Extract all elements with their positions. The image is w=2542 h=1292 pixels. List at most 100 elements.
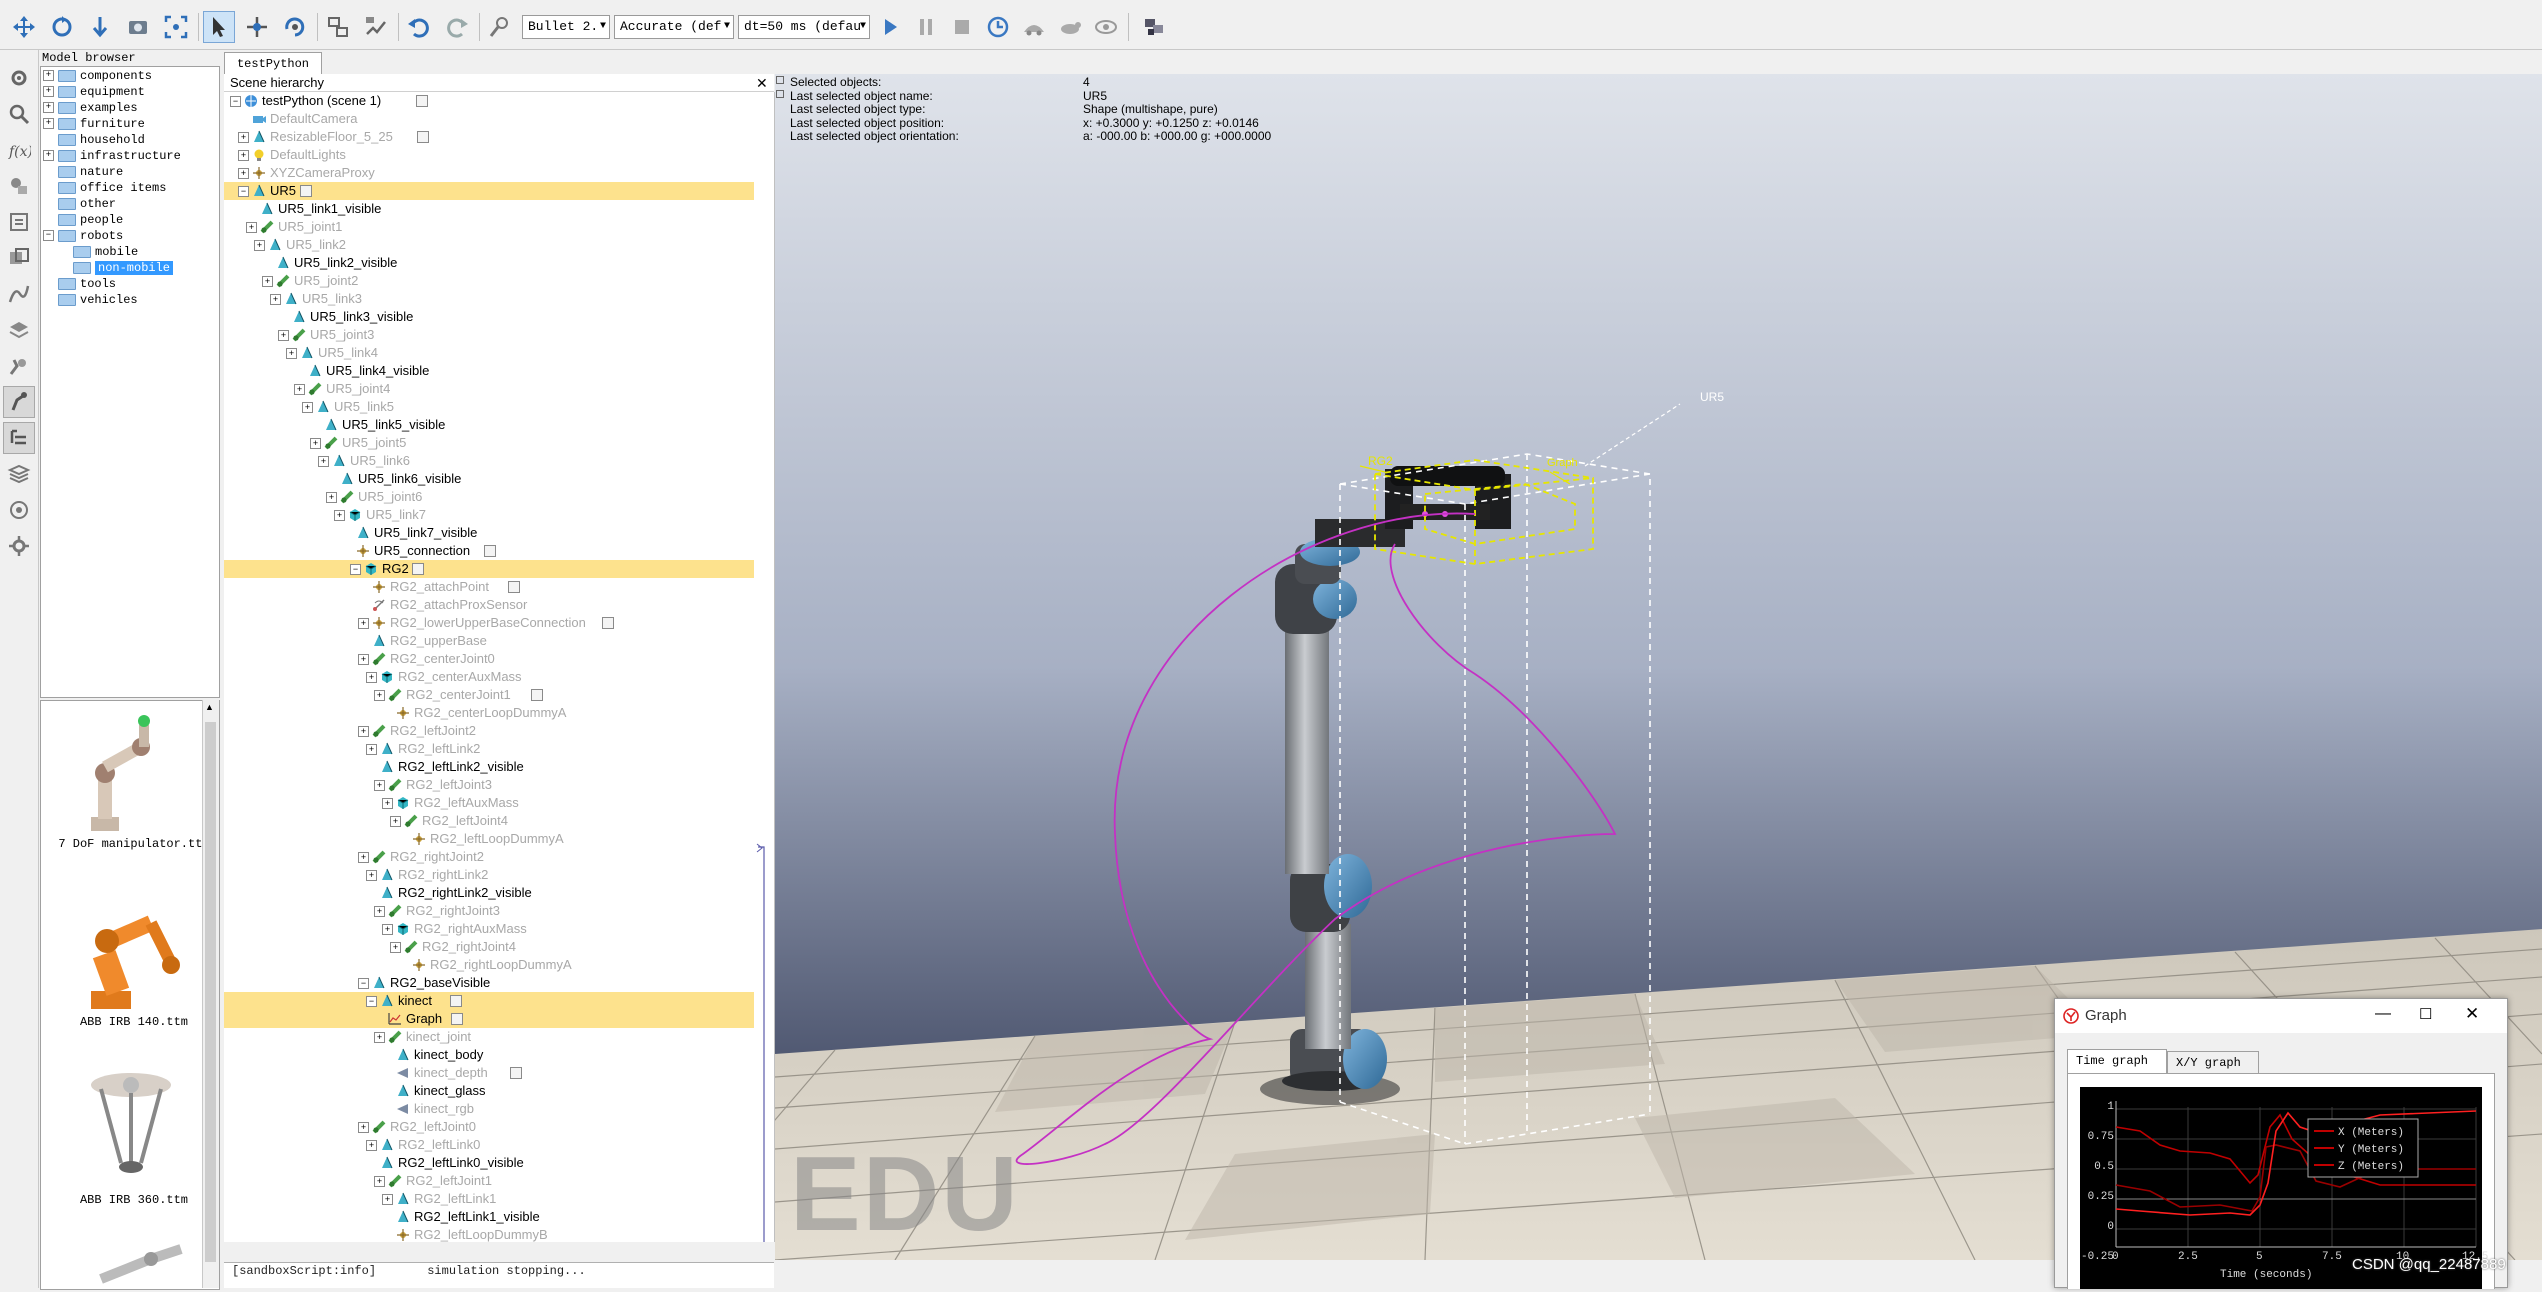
hierarchy-row[interactable]: RG2_centerLoopDummyA (224, 704, 754, 722)
tab-xy-graph[interactable]: X/Y graph (2167, 1051, 2259, 1073)
collapse-toggle-icon[interactable]: + (358, 654, 369, 665)
info-toggle-icon[interactable] (776, 76, 784, 104)
hierarchy-row[interactable]: + UR5_joint1 (224, 218, 754, 236)
hierarchy-row[interactable]: RG2_rightLoopDummyA (224, 956, 754, 974)
hierarchy-row[interactable]: + UR5_link6 (224, 452, 754, 470)
collapse-toggle-icon[interactable]: + (358, 618, 369, 629)
hierarchy-row[interactable]: − testPython (scene 1) (224, 92, 754, 110)
hierarchy-row[interactable]: + UR5_joint5 (224, 434, 754, 452)
collapse-toggle-icon[interactable]: − (350, 564, 361, 575)
collapse-toggle-icon[interactable]: + (366, 1140, 377, 1151)
camera-pan-icon[interactable] (8, 11, 40, 43)
script-icon[interactable] (416, 131, 429, 143)
expand-icon[interactable]: + (43, 150, 54, 162)
hierarchy-row[interactable]: + UR5_joint2 (224, 272, 754, 290)
camera-opening-icon[interactable] (122, 11, 154, 43)
collapse-toggle-icon[interactable]: + (326, 492, 337, 503)
object-shift-icon[interactable] (241, 11, 273, 43)
collapse-toggle-icon[interactable]: + (374, 780, 385, 791)
realtime-icon[interactable] (982, 11, 1014, 43)
hierarchy-row[interactable]: UR5_link5_visible (224, 416, 754, 434)
hierarchy-row[interactable]: kinect_glass (224, 1082, 754, 1100)
hierarchy-row[interactable]: + RG2_centerAuxMass (224, 668, 754, 686)
collapse-toggle-icon[interactable]: + (358, 726, 369, 737)
scene-hierarchy-tree[interactable]: − testPython (scene 1) DefaultCamera + Resiz… (224, 92, 754, 1242)
collapse-toggle-icon[interactable]: + (374, 1032, 385, 1043)
collapse-toggle-icon[interactable]: + (334, 510, 345, 521)
hierarchy-row[interactable]: + RG2_centerJoint1 (224, 686, 754, 704)
hierarchy-row[interactable]: + RG2_rightLink2 (224, 866, 754, 884)
accuracy-select[interactable]: Accurate (def ▼ (614, 15, 734, 39)
collapse-toggle-icon[interactable]: + (294, 384, 305, 395)
hierarchy-row[interactable]: + RG2_rightJoint3 (224, 902, 754, 920)
collapse-toggle-icon[interactable]: + (390, 942, 401, 953)
collapse-toggle-icon[interactable]: + (262, 276, 273, 287)
hierarchy-row[interactable]: + RG2_leftJoint2 (224, 722, 754, 740)
script-icon[interactable] (416, 95, 428, 107)
script-icon[interactable] (449, 995, 462, 1007)
hierarchy-row[interactable]: kinect_rgb (224, 1100, 754, 1118)
engine-select[interactable]: Bullet 2. ▼ (522, 15, 610, 39)
hierarchy-row[interactable]: + XYZCameraProxy (224, 164, 754, 182)
selection-icon[interactable] (3, 350, 35, 382)
timestep-select[interactable]: dt=50 ms (defau ▼ (738, 15, 870, 39)
collapse-toggle-icon[interactable]: + (358, 852, 369, 863)
collapse-toggle-icon[interactable]: − (230, 96, 241, 107)
transfer-dna-icon[interactable] (360, 11, 392, 43)
shape-edit-icon[interactable] (3, 170, 35, 202)
hierarchy-row[interactable]: + UR5_link4 (224, 344, 754, 362)
camera-shift-icon[interactable] (84, 11, 116, 43)
collapse-toggle-icon[interactable]: − (366, 996, 377, 1007)
calculation-modules-icon[interactable] (3, 206, 35, 238)
hierarchy-row[interactable]: UR5_link4_visible (224, 362, 754, 380)
folder-people[interactable]: people (58, 212, 123, 228)
hierarchy-row[interactable]: UR5_link7_visible (224, 524, 754, 542)
script-icon[interactable] (602, 617, 615, 629)
folder-mobile[interactable]: mobile (73, 244, 138, 260)
zoom-search-icon[interactable] (3, 98, 35, 130)
hierarchy-row[interactable]: + RG2_leftJoint3 (224, 776, 754, 794)
collapse-toggle-icon[interactable]: + (374, 906, 385, 917)
collapse-toggle-icon[interactable]: + (374, 690, 385, 701)
hierarchy-row[interactable]: UR5_link1_visible (224, 200, 754, 218)
hierarchy-row[interactable]: RG2_leftLoopDummyA (224, 830, 754, 848)
hierarchy-row[interactable]: Graph (224, 1010, 754, 1028)
collapse-toggle-icon[interactable]: + (238, 168, 249, 179)
hierarchy-row[interactable]: RG2_attachProxSensor (224, 596, 754, 614)
graph-window-titlebar[interactable]: Graph — ☐ ✕ (2055, 999, 2507, 1033)
hierarchy-row[interactable]: + RG2_leftJoint0 (224, 1118, 754, 1136)
folder-furniture[interactable]: + furniture (43, 116, 145, 132)
dynamics-settings-icon[interactable] (484, 11, 516, 43)
hierarchy-row[interactable]: + RG2_leftLink0 (224, 1136, 754, 1154)
hierarchy-row[interactable]: + ResizableFloor_5_25 (224, 128, 754, 146)
hierarchy-row[interactable]: + UR5_joint6 (224, 488, 754, 506)
hierarchy-row[interactable]: RG2_leftLink2_visible (224, 758, 754, 776)
collections-icon[interactable] (3, 242, 35, 274)
close-icon[interactable]: ✕ (2465, 1004, 2479, 1024)
hierarchy-row[interactable]: RG2_rightLink2_visible (224, 884, 754, 902)
graph-window[interactable]: Graph — ☐ ✕ Time graph X/Y graph X (Mete… (2054, 998, 2508, 1289)
close-icon[interactable]: ✕ (756, 74, 768, 92)
collapse-toggle-icon[interactable]: + (238, 150, 249, 161)
expand-icon[interactable]: + (43, 118, 54, 130)
layers-icon[interactable] (3, 314, 35, 346)
script-icon[interactable] (450, 1013, 463, 1025)
collapse-toggle-icon[interactable]: − (358, 978, 369, 989)
click-select-icon[interactable] (203, 11, 235, 43)
hierarchy-row[interactable]: + RG2_centerJoint0 (224, 650, 754, 668)
hierarchy-row[interactable]: + UR5_joint4 (224, 380, 754, 398)
pause-icon[interactable] (910, 11, 942, 43)
collapse-toggle-icon[interactable]: + (254, 240, 265, 251)
hierarchy-row[interactable]: kinect_depth (224, 1064, 754, 1082)
play-icon[interactable] (874, 11, 906, 43)
hierarchy-row[interactable]: − UR5 (224, 182, 754, 200)
folder-tools[interactable]: tools (58, 276, 116, 292)
video-recorder-icon[interactable] (3, 494, 35, 526)
collapse-toggle-icon[interactable]: + (238, 132, 249, 143)
script-icon[interactable] (530, 689, 543, 701)
hierarchy-row[interactable]: DefaultCamera (224, 110, 754, 128)
hierarchy-row[interactable]: UR5_link6_visible (224, 470, 754, 488)
tab-scene[interactable]: testPython (224, 52, 322, 75)
path-icon[interactable] (3, 278, 35, 310)
fit-to-view-icon[interactable] (160, 11, 192, 43)
